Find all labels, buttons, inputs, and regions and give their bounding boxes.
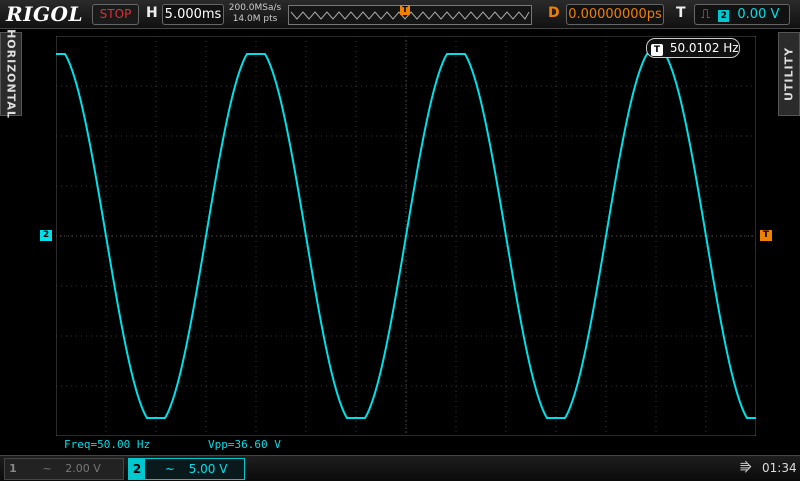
trigger-level: 0.00 V	[737, 7, 780, 22]
freq-measurement: Freq=50.00 Hz	[64, 438, 151, 451]
frequency-counter: T 50.0102 Hz	[646, 38, 740, 58]
vpp-measurement: Vpp=36.60 V	[208, 438, 281, 451]
horizontal-label: H	[146, 5, 158, 21]
horizontal-tab-label: HORIZONTAL	[4, 29, 18, 119]
rising-edge-icon: ⎍	[701, 7, 711, 22]
delay-display[interactable]: 0.00000000ps	[566, 4, 664, 25]
clock: 01:34	[762, 461, 797, 475]
ch2-number: 2	[129, 459, 145, 479]
ch2-scale: 5.00 V	[188, 462, 228, 476]
run-stop-button[interactable]: STOP	[92, 4, 139, 25]
trigger-level-marker[interactable]: T	[760, 230, 772, 241]
ac-coupling-icon: ~	[42, 462, 52, 475]
ch2-control[interactable]: 2 ~ 5.00 V	[128, 458, 245, 480]
sample-rate: 200.0MSa/s	[228, 3, 282, 13]
channel-bar: 1 ~ 2.00 V 2 ~ 5.00 V ⭆ 01:34	[0, 455, 800, 481]
ac-coupling-icon: ~	[164, 462, 175, 476]
memory-overview-bar[interactable]	[288, 5, 532, 25]
ch1-scale: 2.00 V	[65, 462, 101, 475]
ch1-control[interactable]: 1 ~ 2.00 V	[4, 458, 124, 480]
memory-depth: 14.0M pts	[232, 14, 278, 24]
trigger-label: T	[676, 5, 686, 21]
trigger-source-badge: 2	[718, 10, 730, 22]
freq-counter-value: 50.0102 Hz	[669, 41, 739, 55]
trigger-position-marker[interactable]: T	[400, 5, 410, 15]
horizontal-tab[interactable]: HORIZONTAL	[0, 29, 22, 119]
trigger-settings[interactable]: ⎍ 2 0.00 V	[694, 4, 790, 25]
utility-tab-label: UTILITY	[782, 46, 796, 102]
brand-logo: RIGOL	[6, 2, 84, 26]
ch2-offset-marker[interactable]: 2	[40, 230, 52, 241]
delay-label: D	[548, 5, 560, 21]
utility-tab[interactable]: UTILITY	[778, 32, 800, 116]
waveform-display[interactable]	[56, 36, 756, 436]
top-status-bar: RIGOL STOP H 5.000ms 200.0MSa/s 14.0M pt…	[0, 0, 800, 29]
freq-counter-badge: T	[651, 44, 663, 56]
timebase-display[interactable]: 5.000ms	[162, 4, 224, 25]
ch1-number: 1	[9, 462, 17, 475]
usb-icon: ⭆	[740, 461, 752, 476]
acquisition-info: 200.0MSa/s 14.0M pts	[226, 3, 284, 25]
memory-waveform-preview	[290, 11, 530, 20]
